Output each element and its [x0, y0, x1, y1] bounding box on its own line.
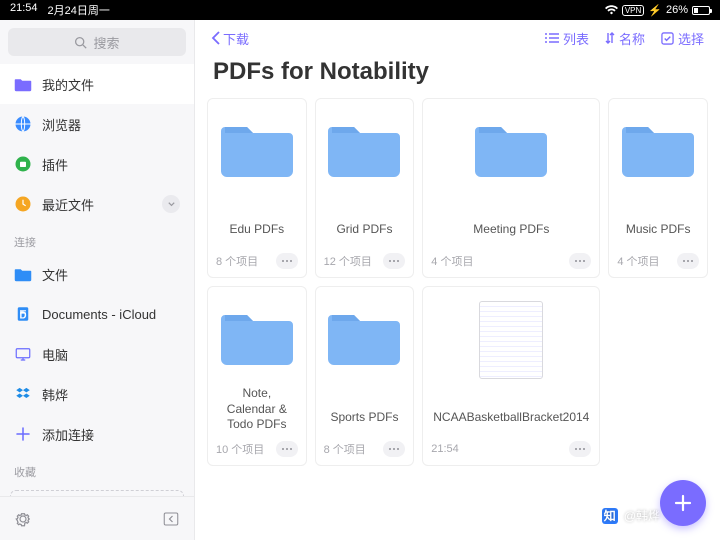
- card-name: Grid PDFs: [334, 215, 394, 245]
- plus-icon: [673, 493, 693, 513]
- document-icon: [479, 301, 543, 379]
- card-name: Note, Calendar & Todo PDFs: [216, 386, 298, 433]
- add-fab[interactable]: [660, 480, 706, 526]
- card-meta: 8 个项目: [324, 441, 366, 457]
- battery-pct: 26%: [666, 4, 688, 16]
- card-name: Sports PDFs: [328, 403, 400, 433]
- globe-icon: [14, 115, 32, 133]
- file-card[interactable]: Music PDFs 4 个项目: [608, 98, 708, 278]
- sidebar-conn-desktop[interactable]: 电脑: [0, 334, 194, 374]
- file-card[interactable]: Sports PDFs 8 个项目: [315, 286, 415, 466]
- page-title: PDFs for Notability: [195, 56, 720, 98]
- folder-icon: [14, 75, 32, 93]
- list-icon: [545, 32, 559, 44]
- more-button[interactable]: [677, 253, 699, 269]
- sidebar-item-label: 最近文件: [42, 195, 94, 214]
- check-icon: [661, 32, 674, 45]
- doc-icon: D: [14, 305, 32, 323]
- card-meta: 21:54: [431, 443, 459, 455]
- sidebar-item-label: 我的文件: [42, 75, 94, 94]
- more-button[interactable]: [569, 253, 591, 269]
- chevron-left-icon: [211, 31, 221, 45]
- card-name: NCAABasketballBracket2014: [431, 403, 591, 433]
- settings-icon[interactable]: [14, 510, 32, 528]
- sort-name-button[interactable]: 名称: [605, 29, 645, 48]
- more-button[interactable]: [276, 253, 298, 269]
- sort-icon: [605, 32, 615, 44]
- charge-icon: ⚡: [648, 4, 662, 17]
- sidebar-item-folder[interactable]: 我的文件: [0, 64, 194, 104]
- back-button[interactable]: 下载: [211, 29, 249, 48]
- file-card[interactable]: Note, Calendar & Todo PDFs 10 个项目: [207, 286, 307, 466]
- card-meta: 12 个项目: [324, 253, 372, 269]
- desktop-icon: [14, 345, 32, 363]
- folder-icon: [221, 121, 293, 179]
- more-button[interactable]: [276, 441, 298, 457]
- card-meta: 8 个项目: [216, 253, 258, 269]
- svg-text:D: D: [19, 311, 26, 322]
- sidebar-conn-plus[interactable]: 添加连接: [0, 414, 194, 454]
- section-connections: 连接: [0, 224, 194, 254]
- vpn-badge: VPN: [622, 5, 644, 16]
- card-name: Music PDFs: [624, 215, 693, 245]
- folder-solid-icon: [14, 265, 32, 283]
- wifi-icon: [605, 5, 618, 15]
- status-bar: 21:54 2月24日周一 VPN ⚡ 26%: [0, 0, 720, 20]
- card-meta: 4 个项目: [431, 253, 473, 269]
- watermark-user: @韩烨: [624, 507, 660, 524]
- collapse-sidebar-icon[interactable]: [162, 510, 180, 528]
- folder-icon: [221, 309, 293, 367]
- card-meta: 4 个项目: [617, 253, 659, 269]
- puzzle-icon: [14, 155, 32, 173]
- search-placeholder: 搜索: [93, 33, 119, 52]
- more-button[interactable]: [383, 441, 405, 457]
- view-list-button[interactable]: 列表: [545, 29, 589, 48]
- sidebar-conn-dropbox[interactable]: 韩烨: [0, 374, 194, 414]
- card-meta: 10 个项目: [216, 441, 264, 457]
- sidebar-item-label: 电脑: [42, 345, 68, 364]
- folder-icon: [328, 309, 400, 367]
- file-card[interactable]: Meeting PDFs 4 个项目: [422, 98, 600, 278]
- sidebar-item-label: 添加连接: [42, 425, 94, 444]
- sidebar-conn-folder-solid[interactable]: 文件: [0, 254, 194, 294]
- watermark: 知 @韩烨: [602, 507, 660, 524]
- search-input[interactable]: 搜索: [8, 28, 186, 56]
- sidebar-item-label: 文件: [42, 265, 68, 284]
- sidebar: 搜索 我的文件浏览器插件最近文件 连接 文件 D Documents - iClou…: [0, 20, 195, 540]
- file-card[interactable]: Grid PDFs 12 个项目: [315, 98, 415, 278]
- plus-icon: [14, 425, 32, 443]
- back-label: 下载: [223, 29, 249, 48]
- sidebar-item-puzzle[interactable]: 插件: [0, 144, 194, 184]
- sidebar-item-globe[interactable]: 浏览器: [0, 104, 194, 144]
- clock-icon: [14, 195, 32, 213]
- more-button[interactable]: [569, 441, 591, 457]
- select-button[interactable]: 选择: [661, 29, 704, 48]
- sidebar-item-clock[interactable]: 最近文件: [0, 184, 194, 224]
- sidebar-conn-doc[interactable]: D Documents - iCloud: [0, 294, 194, 334]
- more-button[interactable]: [383, 253, 405, 269]
- folder-icon: [622, 121, 694, 179]
- section-favorites: 收藏: [0, 454, 194, 484]
- chevron-down-icon[interactable]: [162, 195, 180, 213]
- folder-icon: [328, 121, 400, 179]
- file-card[interactable]: Edu PDFs 8 个项目: [207, 98, 307, 278]
- battery-icon: [692, 6, 710, 15]
- sidebar-item-label: 韩烨: [42, 385, 68, 404]
- file-grid: Edu PDFs 8 个项目 Grid PDFs 12 个项目 Meeting PDFs…: [195, 98, 720, 540]
- sidebar-item-label: 插件: [42, 155, 68, 174]
- folder-icon: [475, 121, 547, 179]
- dropbox-icon: [14, 385, 32, 403]
- zhihu-icon: 知: [602, 508, 618, 524]
- sidebar-item-label: 浏览器: [42, 115, 81, 134]
- content: 下载 列表 名称 选择 PDFs for Notability Edu PDFs…: [195, 20, 720, 540]
- card-name: Meeting PDFs: [471, 215, 551, 245]
- status-time: 21:54: [10, 2, 38, 18]
- search-icon: [74, 36, 87, 49]
- sidebar-item-label: Documents - iCloud: [42, 307, 156, 322]
- status-date: 2月24日周一: [48, 2, 110, 18]
- file-card[interactable]: NCAABasketballBracket2014 21:54: [422, 286, 600, 466]
- card-name: Edu PDFs: [227, 215, 286, 245]
